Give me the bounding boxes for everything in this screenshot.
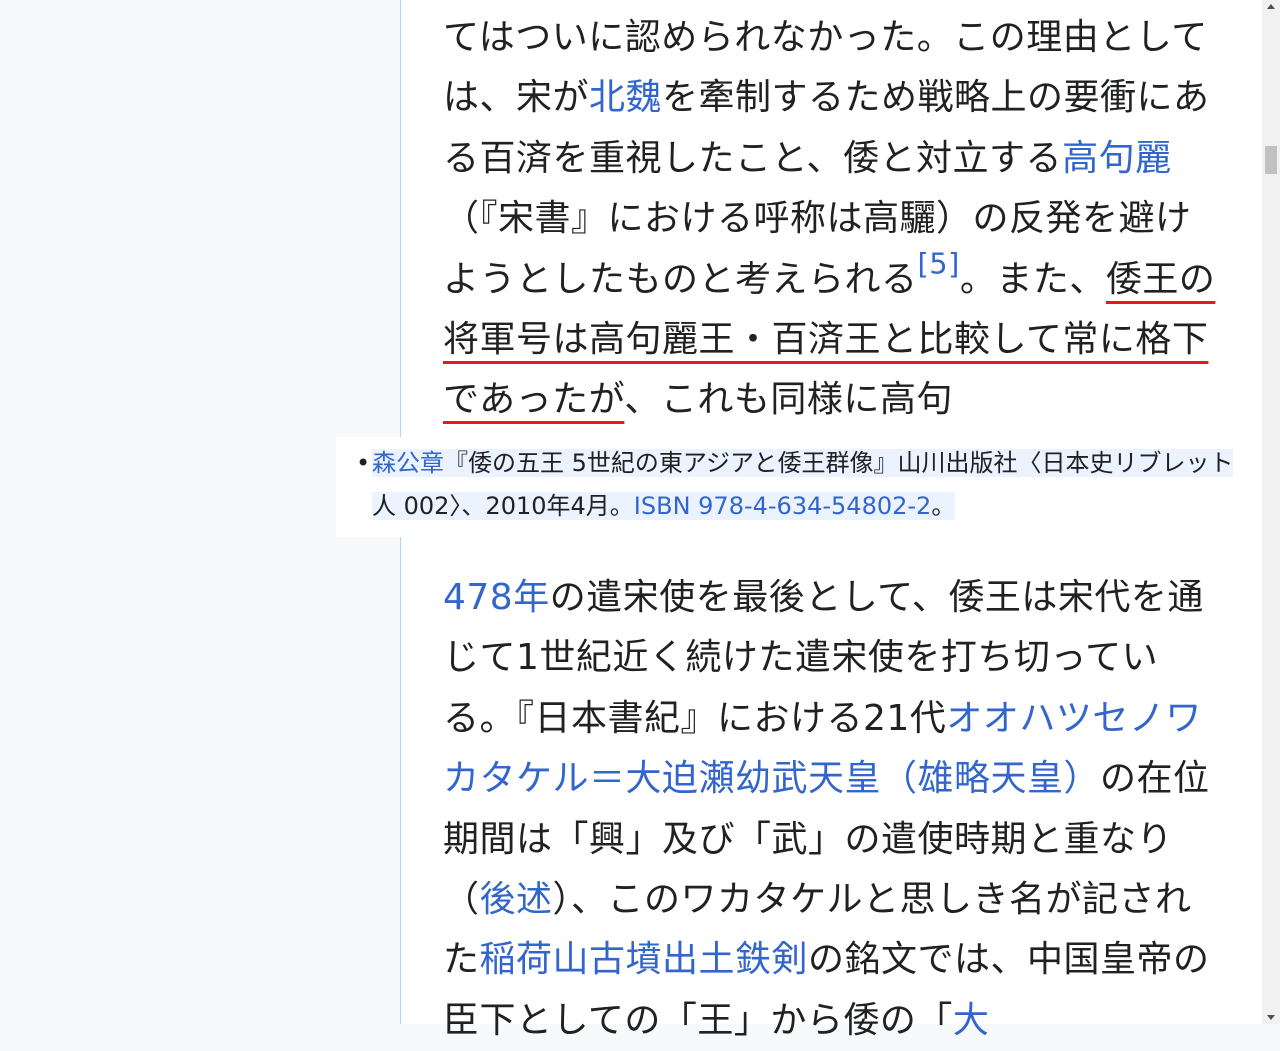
paragraph-text: 。また、: [959, 258, 1106, 300]
link-inariyama-sword[interactable]: 稲荷山古墳出土鉄剣: [480, 939, 809, 980]
scroll-down-arrow-icon[interactable]: [1267, 1015, 1275, 1020]
reference-item: 森公章『倭の五王 5世紀の東アジアと倭王群像』山川出版社〈日本史リブレット 人 …: [372, 442, 1242, 528]
reference-5-link[interactable]: [5]: [918, 246, 960, 280]
link-later-section[interactable]: 後述: [480, 879, 553, 920]
article-paragraph: てはついに認められなかった。この理由としては、宋が北魏を牽制するため戦略上の要衝…: [443, 8, 1223, 431]
scrollbar-thumb[interactable]: [1265, 146, 1277, 174]
article-paragraph: 478年の遣宋使を最後として、倭王は宋代を通じて1世紀近く続けた遣宋使を打ち切っ…: [443, 568, 1223, 1051]
bullet-icon: •: [356, 449, 371, 477]
link-author[interactable]: 森公章: [372, 449, 444, 477]
reference-text: 。: [931, 492, 956, 520]
reference-popup: • 森公章『倭の五王 5世紀の東アジアと倭王群像』山川出版社〈日本史リブレット …: [336, 437, 1268, 537]
paragraph-text: 、これも同様に高句: [624, 379, 953, 421]
link-478[interactable]: 478年: [443, 577, 550, 618]
link-truncated[interactable]: 大: [953, 1000, 990, 1041]
link-isbn[interactable]: ISBN 978-4-634-54802-2: [634, 492, 932, 520]
link-koguryo[interactable]: 高句麗: [1062, 138, 1172, 179]
scroll-up-arrow-icon[interactable]: [1267, 4, 1275, 9]
link-hokugi[interactable]: 北魏: [589, 77, 662, 118]
vertical-scrollbar[interactable]: [1262, 0, 1280, 1024]
